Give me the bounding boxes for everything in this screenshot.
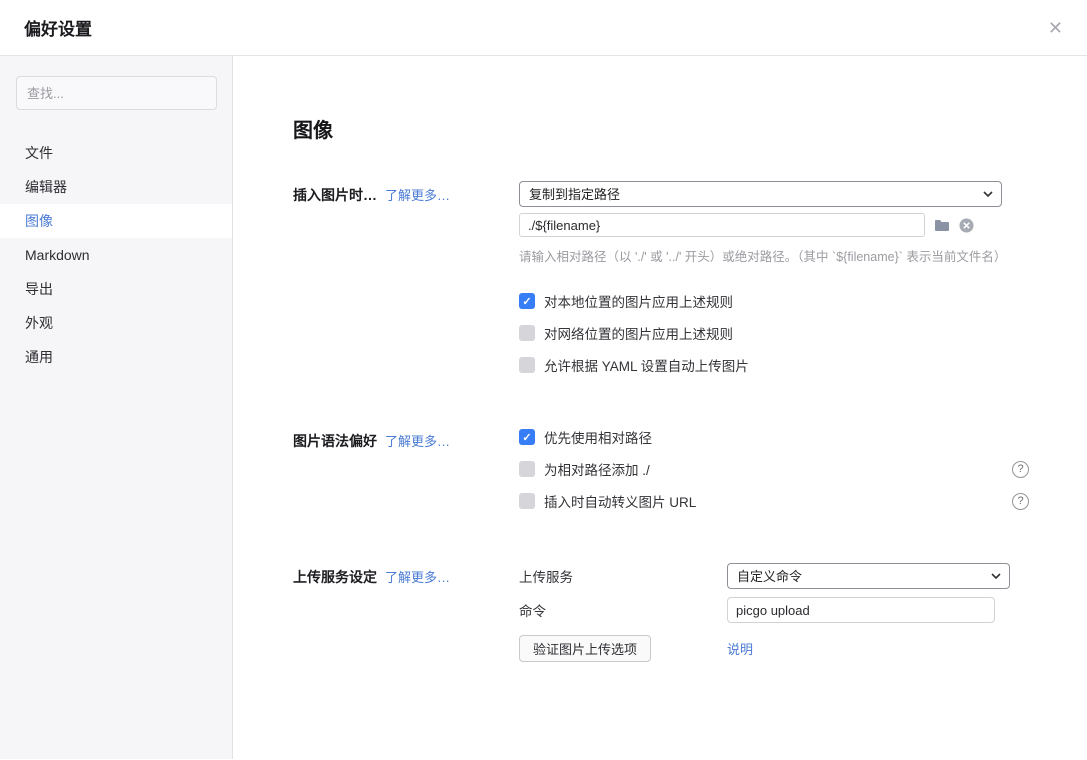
checkbox-icon[interactable] [519, 293, 535, 309]
sidebar-item-files[interactable]: 文件 [0, 136, 232, 170]
section-insert-image: 插入图片时… 了解更多… 复制到指定路径 [293, 181, 1087, 387]
checkbox-escape-image-url[interactable]: 插入时自动转义图片 URL ? [519, 491, 1029, 511]
path-hint: 请输入相对路径（以 './' 或 '../' 开头）或绝对路径。（其中 `${f… [519, 246, 1029, 265]
section-upload-service: 上传服务设定了解更多… 上传服务 自定义命令 命令 [293, 563, 1087, 670]
checkbox-prefer-relative-path[interactable]: 优先使用相对路径 [519, 427, 1029, 447]
folder-icon[interactable] [934, 219, 950, 232]
sidebar-item-appearance[interactable]: 外观 [0, 306, 232, 340]
help-icon[interactable]: ? [1012, 461, 1029, 478]
checkbox-icon[interactable] [519, 429, 535, 445]
checkbox-apply-network-rule[interactable]: 对网络位置的图片应用上述规则 [519, 323, 1029, 343]
checkbox-yaml-auto-upload[interactable]: 允许根据 YAML 设置自动上传图片 [519, 355, 1029, 375]
sidebar-item-editor[interactable]: 编辑器 [0, 170, 232, 204]
checkbox-icon[interactable] [519, 493, 535, 509]
sidebar-item-image[interactable]: 图像 [0, 204, 232, 238]
sidebar-nav: 文件 编辑器 图像 Markdown 导出 外观 通用 [0, 136, 232, 374]
clear-icon[interactable] [959, 218, 974, 233]
learn-more-link-insert[interactable]: 了解更多… [385, 188, 450, 203]
image-settings-panel: 图像 插入图片时… 了解更多… 复制到指定路径 [233, 56, 1087, 759]
sidebar: 文件 编辑器 图像 Markdown 导出 外观 通用 [0, 56, 233, 759]
section-title: 插入图片时… [293, 187, 377, 203]
search-input[interactable] [16, 76, 217, 110]
sidebar-item-markdown[interactable]: Markdown [0, 238, 232, 272]
page-title: 图像 [293, 114, 1087, 143]
upload-service-select[interactable]: 自定义命令 [727, 563, 1010, 589]
validate-row: 验证图片上传选项 说明 [519, 635, 1029, 662]
help-icon[interactable]: ? [1012, 493, 1029, 510]
upload-service-label: 上传服务 [519, 566, 727, 586]
section-insert-label: 插入图片时… 了解更多… [293, 181, 519, 387]
learn-more-link-syntax[interactable]: 了解更多… [385, 434, 450, 449]
checkbox-icon[interactable] [519, 461, 535, 477]
section-title: 上传服务设定 [293, 569, 377, 585]
command-label: 命令 [519, 600, 727, 620]
close-icon[interactable]: ✕ [1048, 19, 1063, 37]
window-title: 偏好设置 [24, 15, 92, 40]
section-upload-label: 上传服务设定了解更多… [293, 563, 519, 670]
titlebar: 偏好设置 ✕ [0, 0, 1087, 56]
preferences-window: 文件 编辑器 图像 Markdown 导出 外观 通用 图像 插入图片时… 了解更… [0, 56, 1087, 759]
section-image-syntax: 图片语法偏好了解更多… 优先使用相对路径 为相对路径添加 ./ ? 插入时自动转… [293, 427, 1087, 523]
command-row: 命令 [519, 597, 1029, 623]
command-input[interactable] [727, 597, 995, 623]
sidebar-item-general[interactable]: 通用 [0, 340, 232, 374]
validate-upload-button[interactable]: 验证图片上传选项 [519, 635, 651, 662]
checkbox-icon[interactable] [519, 357, 535, 373]
instructions-link[interactable]: 说明 [727, 639, 753, 658]
checkbox-icon[interactable] [519, 325, 535, 341]
upload-service-row: 上传服务 自定义命令 [519, 563, 1029, 589]
section-syntax-label: 图片语法偏好了解更多… [293, 427, 519, 523]
learn-more-link-upload[interactable]: 了解更多… [385, 570, 450, 585]
checkbox-add-dot-slash[interactable]: 为相对路径添加 ./ ? [519, 459, 1029, 479]
checkbox-apply-local-rule[interactable]: 对本地位置的图片应用上述规则 [519, 291, 1029, 311]
insert-action-select[interactable]: 复制到指定路径 [519, 181, 1002, 207]
copy-path-input[interactable] [519, 213, 925, 237]
sidebar-item-export[interactable]: 导出 [0, 272, 232, 306]
section-title: 图片语法偏好 [293, 433, 377, 449]
